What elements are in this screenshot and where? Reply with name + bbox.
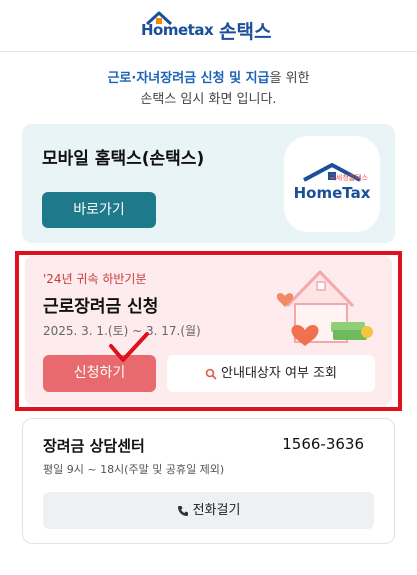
notice-line2: 손택스 임시 화면 입니다. xyxy=(140,92,277,107)
app-icon-big-text: HomeTax xyxy=(293,184,371,202)
notice-line1-suffix: 을 위한 xyxy=(269,71,310,86)
notice-text: 근로·자녀장려금 신청 및 지급을 위한 손택스 임시 화면 입니다. xyxy=(0,68,417,110)
apply-period-tag: '24년 귀속 하반기분 xyxy=(43,272,147,286)
center-hours: 평일 9시 ~ 18시(주말 및 공휴일 제외) xyxy=(43,463,225,476)
brand-title: 손택스 xyxy=(219,21,272,43)
checkmark-annotation-icon xyxy=(109,332,149,362)
house-money-illustration xyxy=(276,270,373,346)
go-button[interactable]: 바로가기 xyxy=(42,192,156,228)
app-header: Hometax 손택스 xyxy=(0,0,417,52)
mobile-hometax-card: 모바일 홈택스(손택스) 바로가기 국세청홈택스 HomeTax xyxy=(22,124,395,243)
lookup-button-label: 안내대상자 여부 조회 xyxy=(221,366,337,381)
mobile-card-title: 모바일 홈택스(손택스) xyxy=(42,149,205,169)
earned-income-apply-card: '24년 귀속 하반기분 근로장려금 신청 2025. 3. 1.(토) ~ 3… xyxy=(25,256,392,405)
eligibility-lookup-button[interactable]: 안내대상자 여부 조회 xyxy=(167,355,375,392)
phone-icon xyxy=(177,505,188,516)
hometax-wordmark: Hometax xyxy=(141,21,214,39)
apply-card-title: 근로장려금 신청 xyxy=(43,297,159,317)
search-icon xyxy=(205,368,217,380)
app-icon-small-text: 국세청홈택스 xyxy=(329,174,368,182)
center-phone: 1566-3636 xyxy=(282,435,364,453)
call-button-label: 전화걸기 xyxy=(192,503,241,518)
hometax-app-icon: 국세청홈택스 HomeTax xyxy=(284,136,380,232)
notice-highlight: 근로·자녀장려금 신청 및 지급 xyxy=(107,71,270,86)
call-button[interactable]: 전화걸기 xyxy=(43,492,374,529)
hometax-logo[interactable]: Hometax 손택스 xyxy=(141,8,281,44)
center-name: 장려금 상담센터 xyxy=(43,437,145,455)
counseling-center-card: 장려금 상담센터 1566-3636 평일 9시 ~ 18시(주말 및 공휴일 … xyxy=(22,418,395,544)
